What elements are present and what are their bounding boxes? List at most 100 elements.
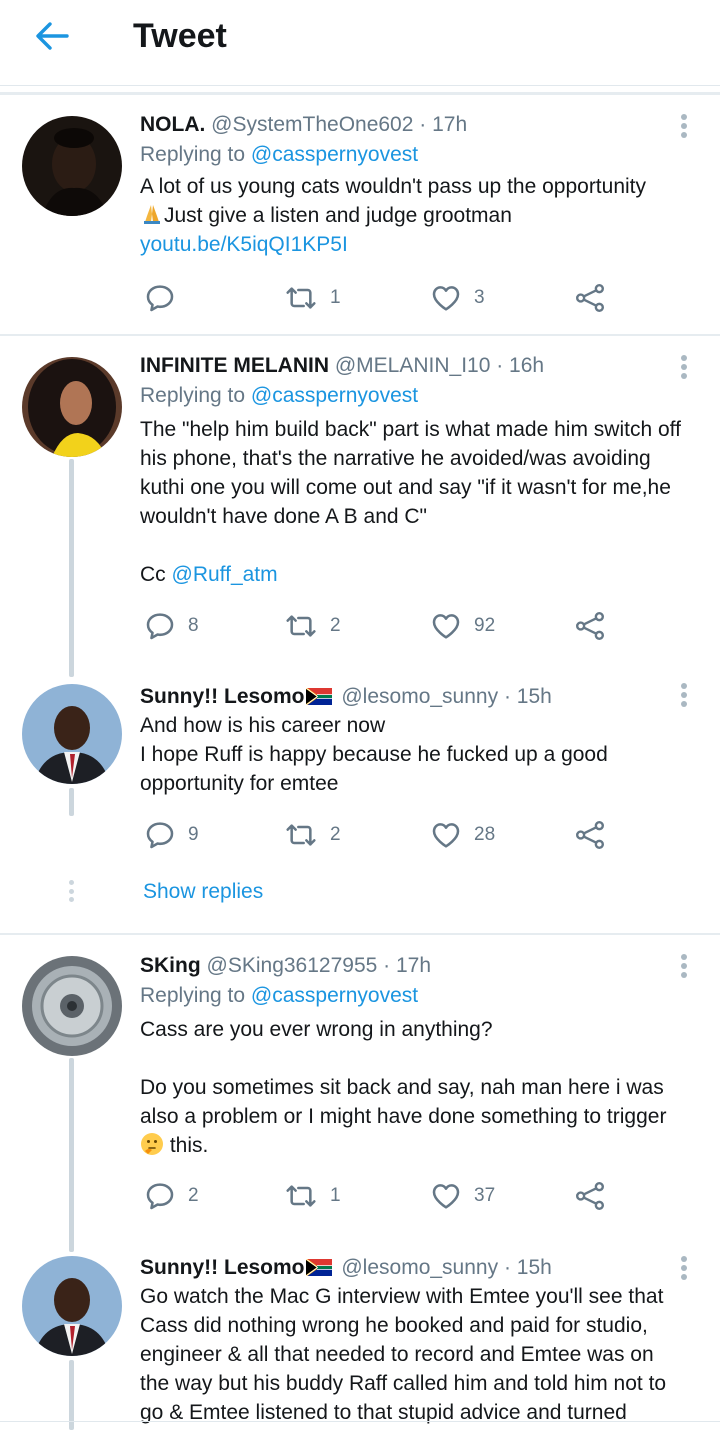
like-count: 92 xyxy=(474,615,496,636)
reply-button[interactable]: 9 xyxy=(144,818,199,852)
tweet-sking[interactable]: SKing @SKing36127955 · 17h Replying to @… xyxy=(0,936,720,1252)
heart-icon xyxy=(430,1180,462,1212)
avatar[interactable] xyxy=(22,1256,122,1356)
retweet-count: 2 xyxy=(330,615,341,636)
tweet-meta: NOLA. @SystemTheOne602 · 17h xyxy=(140,112,686,138)
timestamp: · 15h xyxy=(503,685,552,708)
share-button[interactable] xyxy=(574,1179,606,1213)
cc-mention-link[interactable]: @Ruff_atm xyxy=(172,563,278,586)
retweet-button[interactable]: 2 xyxy=(284,609,341,643)
south-africa-flag-icon xyxy=(306,688,332,705)
reply-icon xyxy=(144,282,176,314)
tweet-text: And how is his career now I hope Ruff is… xyxy=(140,714,608,795)
display-name[interactable]: Sunny!! Lesomo xyxy=(140,1256,305,1279)
avatar[interactable] xyxy=(22,116,122,216)
share-icon xyxy=(574,819,606,851)
tweet-text: The "help him build back" part is what m… xyxy=(140,418,681,586)
retweet-count: 1 xyxy=(330,1185,341,1206)
retweet-icon xyxy=(284,819,318,851)
thread-line xyxy=(69,459,74,677)
bottom-divider xyxy=(0,1421,720,1422)
tweet-nola[interactable]: NOLA. @SystemTheOne602 · 17h Replying to… xyxy=(0,96,720,334)
retweet-icon xyxy=(284,282,318,314)
display-name[interactable]: NOLA. xyxy=(140,113,205,136)
handle[interactable]: @SKing36127955 xyxy=(207,954,378,977)
replying-to: Replying to @casspernyovest xyxy=(140,984,419,1007)
reply-icon xyxy=(144,610,176,642)
like-button[interactable]: 3 xyxy=(430,281,485,315)
reply-button[interactable]: 8 xyxy=(144,609,199,643)
share-button[interactable] xyxy=(574,609,606,643)
reply-icon xyxy=(144,1180,176,1212)
tweet-meta: INFINITE MELANIN @MELANIN_I10 · 16h xyxy=(140,353,686,379)
heart-icon xyxy=(430,610,462,642)
replying-mention-link[interactable]: @casspernyovest xyxy=(251,384,418,407)
reply-count: 8 xyxy=(188,615,199,636)
arrow-left-icon xyxy=(36,22,69,50)
tweet-meta: Sunny!! Lesomo @lesomo_sunny · 15h xyxy=(140,684,686,710)
share-icon xyxy=(574,1180,606,1212)
thread-line xyxy=(69,788,74,816)
heart-icon xyxy=(430,282,462,314)
share-button[interactable] xyxy=(574,818,606,852)
retweet-icon xyxy=(284,610,318,642)
reply-count: 2 xyxy=(188,1185,199,1206)
replying-mention-link[interactable]: @casspernyovest xyxy=(251,143,418,166)
tweet-sunny-lesomo[interactable]: Sunny!! Lesomo @lesomo_sunny · 15h And h… xyxy=(0,667,720,933)
tweet-meta: SKing @SKing36127955 · 17h xyxy=(140,953,686,979)
praying-hands-icon xyxy=(144,205,160,224)
avatar[interactable] xyxy=(22,684,122,784)
display-name[interactable]: Sunny!! Lesomo xyxy=(140,685,305,708)
like-button[interactable]: 28 xyxy=(430,818,495,852)
retweet-button[interactable]: 1 xyxy=(284,281,341,315)
share-button[interactable] xyxy=(574,281,606,315)
tweet-meta: Sunny!! Lesomo @lesomo_sunny · 15h xyxy=(140,1255,686,1281)
thread-line xyxy=(69,1360,74,1430)
avatar[interactable] xyxy=(22,956,122,1056)
tweet-text: Go watch the Mac G interview with Emtee … xyxy=(140,1285,667,1424)
share-icon xyxy=(574,610,606,642)
page-title: Tweet xyxy=(133,17,227,55)
tweet-text: Cass are you ever wrong in anything? Do … xyxy=(140,1018,667,1157)
handle[interactable]: @lesomo_sunny xyxy=(341,1256,498,1279)
app-header: Tweet xyxy=(0,0,720,86)
timestamp: · 15h xyxy=(503,1256,552,1279)
south-africa-flag-icon xyxy=(306,1259,332,1276)
reply-icon xyxy=(144,819,176,851)
reply-button[interactable]: 2 xyxy=(144,1179,199,1213)
divider xyxy=(0,933,720,935)
reply-count: 9 xyxy=(188,824,199,845)
retweet-count: 2 xyxy=(330,824,341,845)
handle[interactable]: @SystemTheOne602 xyxy=(211,113,413,136)
like-count: 37 xyxy=(474,1185,496,1206)
like-count: 3 xyxy=(474,287,485,308)
show-replies-link[interactable]: Show replies xyxy=(143,879,263,905)
reply-button[interactable] xyxy=(144,281,188,315)
replying-mention-link[interactable]: @casspernyovest xyxy=(251,984,418,1007)
timestamp: · 17h xyxy=(419,113,468,136)
tweet-link[interactable]: youtu.be/K5iqQI1KP5I xyxy=(140,230,686,259)
tweet-text: A lot of us young cats wouldn't pass up … xyxy=(140,172,686,259)
retweet-button[interactable]: 1 xyxy=(284,1179,341,1213)
thread-line xyxy=(69,1058,74,1252)
handle[interactable]: @MELANIN_I10 xyxy=(335,354,491,377)
thread-ellipsis xyxy=(67,880,75,902)
thinking-face-icon xyxy=(141,1133,163,1155)
like-button[interactable]: 92 xyxy=(430,609,495,643)
retweet-count: 1 xyxy=(330,287,341,308)
tweet-sunny-lesomo-2[interactable]: Sunny!! Lesomo @lesomo_sunny · 15h Go wa… xyxy=(0,1252,720,1430)
back-button[interactable] xyxy=(30,14,74,58)
timestamp: · 16h xyxy=(496,354,545,377)
timestamp: · 17h xyxy=(383,954,432,977)
display-name[interactable]: SKing xyxy=(140,954,201,977)
tweet-infinite-melanin[interactable]: INFINITE MELANIN @MELANIN_I10 · 16h Repl… xyxy=(0,337,720,677)
handle[interactable]: @lesomo_sunny xyxy=(341,685,498,708)
retweet-icon xyxy=(284,1180,318,1212)
avatar[interactable] xyxy=(22,357,122,457)
share-icon xyxy=(574,282,606,314)
retweet-button[interactable]: 2 xyxy=(284,818,341,852)
divider xyxy=(0,334,720,336)
display-name[interactable]: INFINITE MELANIN xyxy=(140,354,329,377)
like-count: 28 xyxy=(474,824,496,845)
like-button[interactable]: 37 xyxy=(430,1179,495,1213)
